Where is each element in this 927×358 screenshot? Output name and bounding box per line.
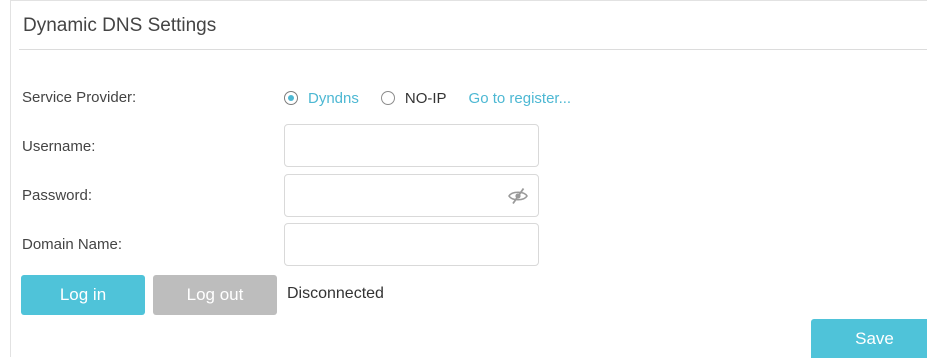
save-button[interactable]: Save [811,319,927,358]
title-divider [19,49,927,50]
noip-radio-label[interactable]: NO-IP [405,90,447,107]
service-provider-radio-group: Dyndns NO-IP Go to register... [284,87,571,109]
domain-name-label: Domain Name: [22,236,123,253]
dyndns-radio-label[interactable]: Dyndns [308,90,359,107]
service-provider-label: Service Provider: [22,89,137,106]
domain-name-field[interactable] [284,223,539,266]
go-to-register-link[interactable]: Go to register... [469,90,572,107]
username-field[interactable] [284,124,539,167]
password-field[interactable] [284,174,539,217]
logout-button[interactable]: Log out [153,275,277,315]
ddns-settings-panel: Dynamic DNS Settings Service Provider: D… [10,0,927,358]
connection-status: Disconnected [287,285,384,302]
login-button[interactable]: Log in [21,275,145,315]
noip-radio[interactable] [380,91,395,105]
password-label: Password: [22,187,93,204]
dyndns-radio[interactable] [284,91,298,105]
username-label: Username: [22,138,96,155]
eye-slash-icon[interactable] [508,187,528,205]
page-title: Dynamic DNS Settings [23,15,217,36]
